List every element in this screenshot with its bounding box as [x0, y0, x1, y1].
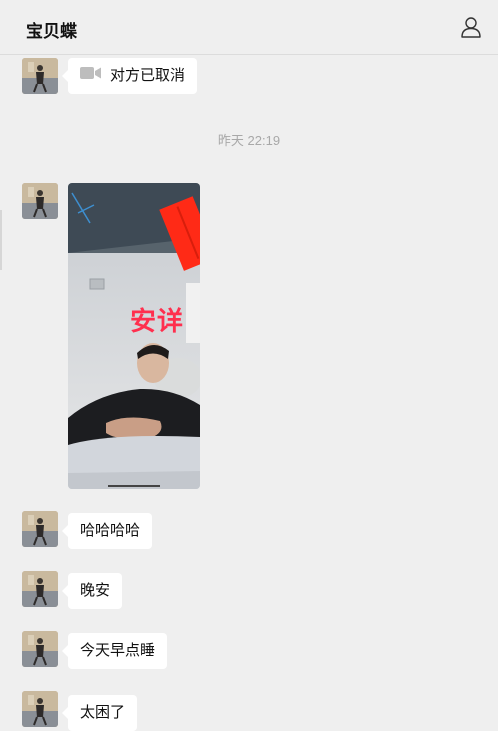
chat-title: 宝贝蝶 [26, 22, 77, 41]
timestamp: 昨天 22:19 [217, 133, 281, 148]
text-message-bubble[interactable]: 今天早点睡 [61, 633, 168, 669]
avatar[interactable] [22, 691, 58, 727]
photo-overlay-text: 安详 [130, 306, 185, 336]
video-call-icon [80, 58, 102, 94]
avatar[interactable] [22, 571, 58, 607]
user-profile-icon[interactable] [459, 15, 483, 39]
scroll-edge [0, 210, 2, 270]
text-message-bubble[interactable]: 哈哈哈哈 [61, 513, 153, 549]
avatar[interactable] [22, 631, 58, 667]
call-status-text: 对方已取消 [110, 67, 186, 84]
chat-header: 宝贝蝶 [0, 0, 498, 55]
text-message-bubble[interactable]: 晚安 [61, 573, 123, 609]
photo-message[interactable]: 安详 [68, 183, 200, 489]
avatar[interactable] [22, 511, 58, 547]
call-status-bubble[interactable]: 对方已取消 [61, 58, 198, 94]
text-message-bubble[interactable]: 太困了 [61, 695, 138, 731]
avatar[interactable] [22, 183, 58, 219]
avatar[interactable] [22, 58, 58, 94]
